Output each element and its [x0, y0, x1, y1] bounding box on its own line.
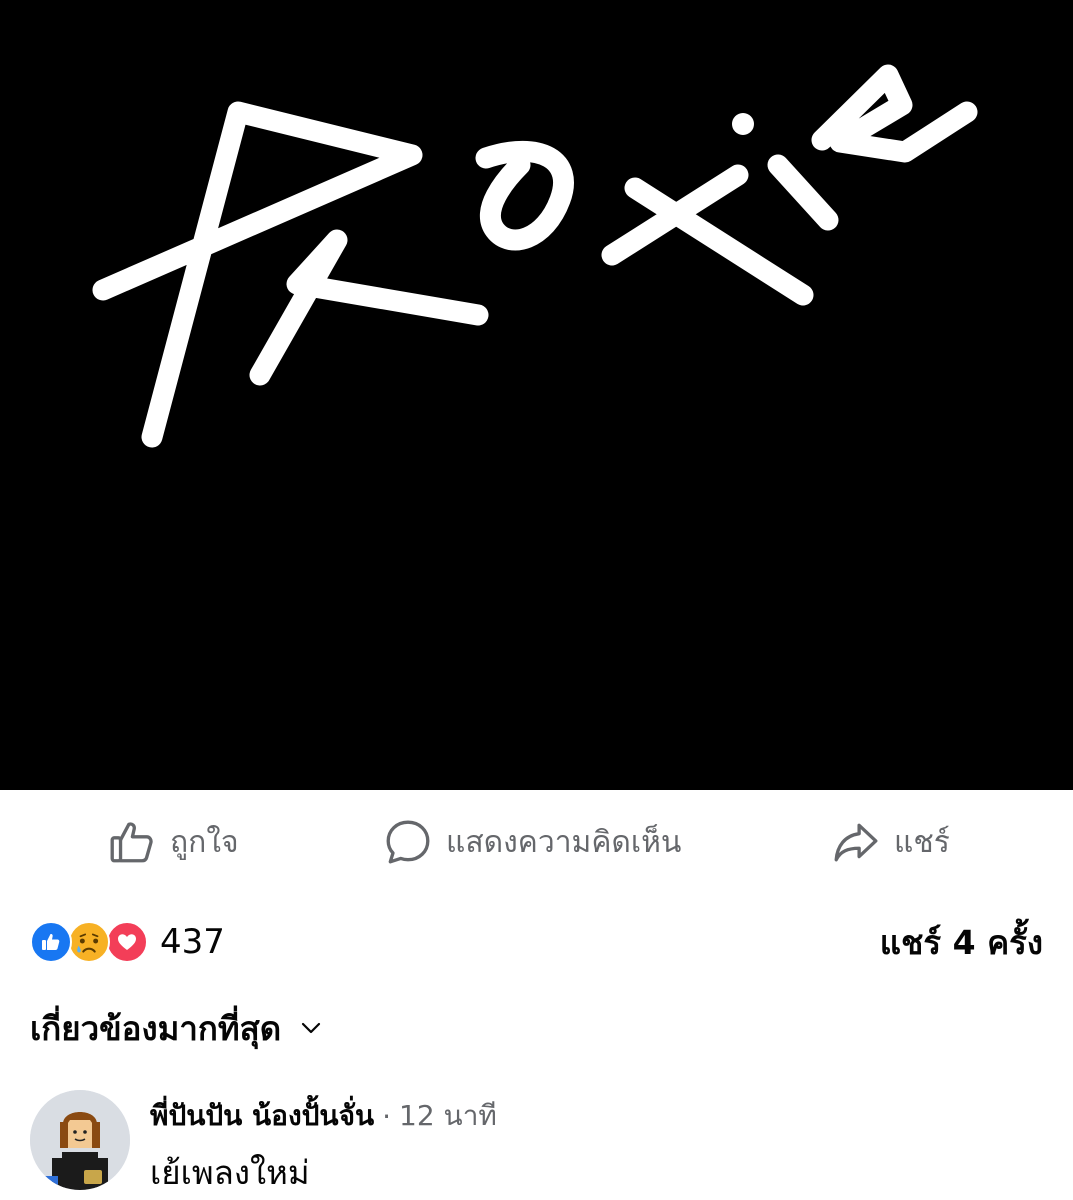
share-arrow-icon — [830, 816, 882, 868]
comment-author[interactable]: พี่ปันปัน น้องปั้นจั่น — [150, 1094, 374, 1138]
share-button[interactable]: แชร์ — [830, 790, 950, 894]
comments-sort-dropdown[interactable]: เกี่ยวข้องมากที่สุด — [30, 1000, 325, 1056]
post-action-bar: ถูกใจ แสดงความคิดเห็น แชร์ — [0, 790, 1073, 894]
comment-item: พี่ปันปัน น้องปั้นจั่น · 12 นาที เย้เพลง… — [30, 1088, 1043, 1200]
comment-button[interactable]: แสดงความคิดเห็น — [382, 790, 681, 894]
comment-text: เย้เพลงใหม่ — [150, 1153, 310, 1192]
reactions-summary[interactable]: 437 — [30, 921, 225, 963]
reaction-count: 437 — [160, 922, 225, 962]
like-reaction-icon — [30, 921, 72, 963]
speech-bubble-icon — [382, 816, 434, 868]
chevron-down-icon — [299, 1015, 325, 1041]
like-label: ถูกใจ — [170, 824, 239, 860]
reaction-icons — [30, 921, 152, 963]
share-label: แชร์ — [894, 824, 950, 860]
like-button[interactable]: ถูกใจ — [106, 790, 239, 894]
love-reaction-icon — [106, 921, 148, 963]
avatar[interactable] — [30, 1090, 130, 1190]
share-count[interactable]: แชร์ 4 ครั้ง — [880, 916, 1043, 969]
comment-label: แสดงความคิดเห็น — [446, 824, 682, 860]
post-stats-row: 437 แชร์ 4 ครั้ง — [30, 914, 1043, 970]
comment-separator: · — [382, 1099, 392, 1133]
thumbs-up-icon — [106, 816, 158, 868]
comment-timestamp[interactable]: 12 นาที — [399, 1094, 497, 1138]
sort-label: เกี่ยวข้องมากที่สุด — [30, 1008, 282, 1048]
post-image[interactable] — [0, 0, 1073, 790]
proxie-logo — [92, 64, 978, 448]
sad-reaction-icon — [68, 921, 110, 963]
comment-header: พี่ปันปัน น้องปั้นจั่น · 12 นาที — [150, 1094, 497, 1138]
